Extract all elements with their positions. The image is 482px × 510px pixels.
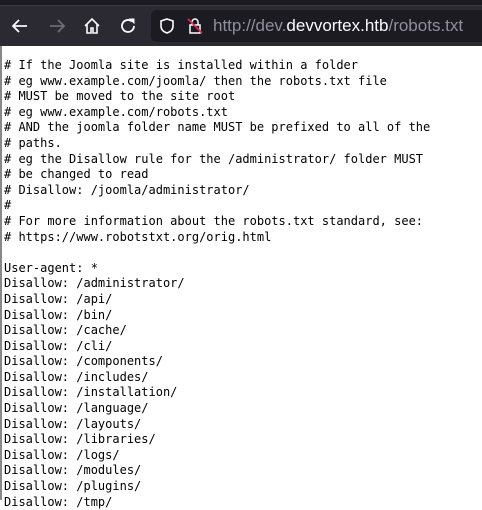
text-line: #: [4, 198, 11, 212]
url-text[interactable]: http://dev.devvortex.htb/robots.txt: [213, 16, 463, 36]
home-icon[interactable]: [80, 14, 104, 38]
text-line: Disallow: /language/: [4, 401, 149, 415]
text-line: Disallow: /administrator/: [4, 276, 185, 290]
url-domain: devvortex.htb: [286, 16, 388, 35]
text-line: # eg the Disallow rule for the /administ…: [4, 152, 423, 166]
text-line: Disallow: /layouts/: [4, 417, 141, 431]
text-line: # AND the joomla folder name MUST be pre…: [4, 120, 430, 134]
url-path: /robots.txt: [388, 16, 463, 35]
text-line: Disallow: /cache/: [4, 323, 127, 337]
text-line: Disallow: /libraries/: [4, 432, 156, 446]
text-line: Disallow: /components/: [4, 354, 163, 368]
text-line: Disallow: /logs/: [4, 448, 120, 462]
text-line: Disallow: /installation/: [4, 385, 177, 399]
text-line: Disallow: /includes/: [4, 370, 149, 384]
text-line: Disallow: /bin/: [4, 308, 112, 322]
text-line: Disallow: /modules/: [4, 463, 141, 477]
text-line: # For more information about the robots.…: [4, 214, 423, 228]
text-line: Disallow: /api/: [4, 292, 112, 306]
text-line: # paths.: [4, 136, 62, 150]
text-line: Disallow: /cli/: [4, 339, 112, 353]
reload-icon[interactable]: [116, 14, 140, 38]
page-content: # If the Joomla site is installed within…: [0, 46, 482, 500]
text-line: # https://www.robotstxt.org/orig.html: [4, 230, 271, 244]
address-bar[interactable]: http://dev.devvortex.htb/robots.txt: [151, 10, 482, 42]
text-line: User-agent: *: [4, 261, 98, 275]
text-line: # eg www.example.com/robots.txt: [4, 105, 228, 119]
navigation-toolbar: http://dev.devvortex.htb/robots.txt: [0, 6, 482, 46]
shield-icon[interactable]: [155, 14, 179, 38]
text-line: # Disallow: /joomla/administrator/: [4, 183, 250, 197]
url-scheme: http://dev.: [213, 16, 286, 35]
text-line: # eg www.example.com/joomla/ then the ro…: [4, 74, 387, 88]
text-line: Disallow: /tmp/: [4, 495, 112, 509]
robots-txt-content: # If the Joomla site is installed within…: [2, 46, 482, 510]
text-line: # MUST be moved to the site root: [4, 89, 235, 103]
text-line: # If the Joomla site is installed within…: [4, 58, 358, 72]
back-arrow-icon[interactable]: [8, 14, 32, 38]
insecure-lock-icon[interactable]: [183, 14, 207, 38]
text-line: # be changed to read: [4, 167, 149, 181]
forward-arrow-icon[interactable]: [45, 14, 69, 38]
text-line: Disallow: /plugins/: [4, 479, 141, 493]
